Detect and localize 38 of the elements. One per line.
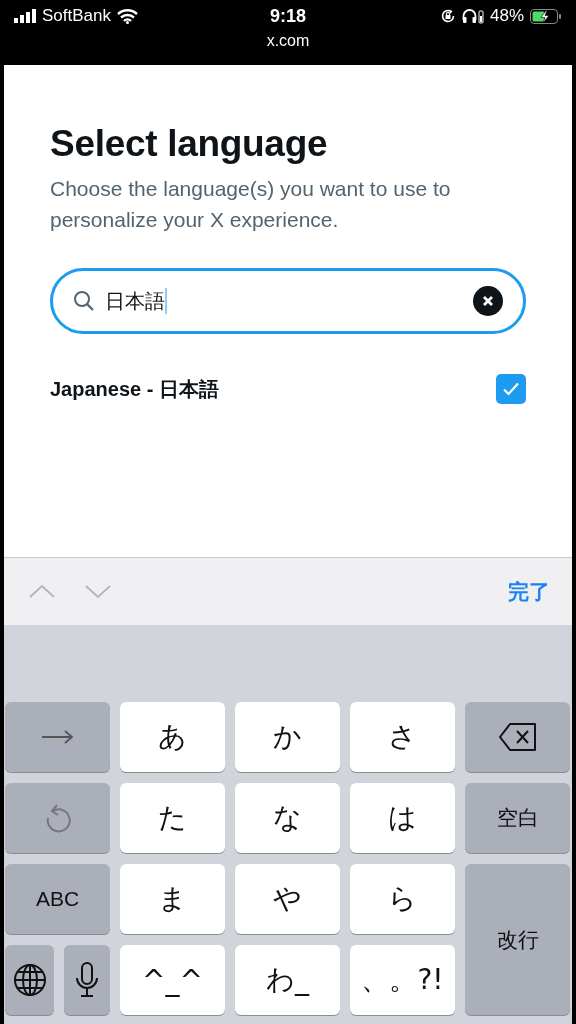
search-icon bbox=[73, 290, 95, 312]
keyboard-key[interactable]: た bbox=[120, 783, 225, 853]
microphone-key[interactable] bbox=[64, 945, 110, 1015]
globe-key[interactable] bbox=[5, 945, 54, 1015]
headphones-icon bbox=[461, 8, 484, 24]
space-key[interactable]: 空白 bbox=[465, 783, 570, 853]
checkbox[interactable] bbox=[496, 374, 526, 404]
clear-button[interactable] bbox=[473, 286, 503, 316]
globe-icon bbox=[12, 963, 47, 997]
keyboard-key[interactable]: ABC bbox=[5, 864, 110, 934]
keyboard-key[interactable]: ま bbox=[120, 864, 225, 934]
page-url: x.com bbox=[265, 32, 311, 50]
carrier-name: SoftBank bbox=[42, 6, 111, 26]
keyboard-key[interactable]: ^_^ bbox=[120, 945, 225, 1015]
page-title: Select language bbox=[50, 123, 329, 165]
keyboard-key[interactable]: 、。?! bbox=[350, 945, 455, 1015]
keyboard-key[interactable]: な bbox=[235, 783, 340, 853]
keyboard-key[interactable]: ら bbox=[350, 864, 455, 934]
battery-charging-icon bbox=[530, 8, 562, 24]
page-description: Choose the language(s) you want to use to personalize your X experience. bbox=[50, 176, 452, 233]
keyboard-key[interactable]: さ bbox=[350, 702, 455, 772]
clock-time: 9:18 bbox=[270, 5, 306, 27]
keyboard-key[interactable]: や bbox=[235, 864, 340, 934]
arrow-right-icon bbox=[40, 730, 75, 744]
rotation-lock-icon bbox=[439, 8, 456, 24]
search-field[interactable]: 日本語 bbox=[50, 268, 526, 334]
wifi-icon bbox=[117, 8, 138, 24]
battery-percent: 48% bbox=[489, 6, 524, 26]
language-option[interactable]: Japanese - 日本語 bbox=[50, 375, 219, 403]
return-key[interactable]: 改行 bbox=[465, 864, 570, 1015]
keyboard-key[interactable]: わ_ bbox=[235, 945, 340, 1015]
microphone-icon bbox=[75, 962, 99, 998]
delete-key[interactable] bbox=[465, 702, 570, 772]
keyboard-key[interactable]: か bbox=[235, 702, 340, 772]
keyboard-key[interactable]: は bbox=[350, 783, 455, 853]
backspace-icon bbox=[497, 722, 538, 752]
keyboard-key[interactable]: あ bbox=[120, 702, 225, 772]
signal-icon bbox=[14, 9, 36, 23]
